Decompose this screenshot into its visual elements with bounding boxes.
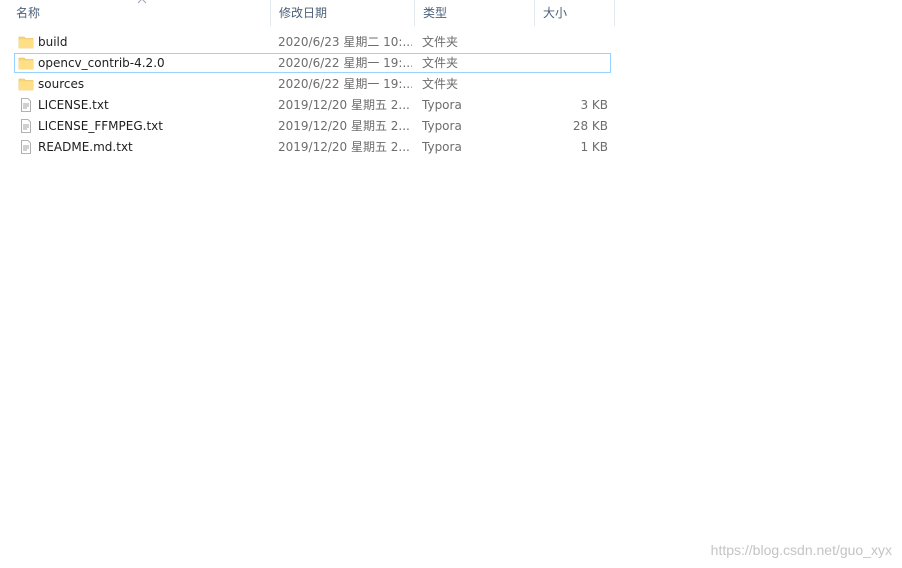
file-date: 2020/6/22 星期一 19:... — [278, 77, 412, 91]
text-file-icon — [21, 119, 31, 133]
file-type: 文件夹 — [422, 35, 459, 49]
file-type: Typora — [422, 140, 462, 154]
file-row[interactable]: README.md.txt 2019/12/20 星期五 2... Typora 1 … — [14, 137, 611, 157]
file-name: sources — [38, 77, 85, 91]
file-size: 1 KB — [580, 140, 608, 154]
file-row[interactable]: LICENSE.txt 2019/12/20 星期五 2... Typora 3 KB — [14, 95, 611, 115]
file-type: 文件夹 — [422, 56, 459, 70]
file-name: LICENSE_FFMPEG.txt — [38, 119, 163, 133]
column-divider[interactable] — [614, 0, 615, 26]
file-row[interactable]: build 2020/6/23 星期二 10:... 文件夹 — [14, 32, 611, 52]
file-row[interactable]: opencv_contrib-4.2.0 2020/6/22 星期一 19:...… — [14, 53, 611, 73]
column-size-label: 大小 — [543, 6, 568, 20]
watermark: https://blog.csdn.net/guo_xyx — [710, 542, 892, 558]
file-name: build — [38, 35, 68, 49]
file-size — [535, 75, 608, 93]
file-date: 2019/12/20 星期五 2... — [278, 98, 410, 112]
text-file-icon — [21, 140, 31, 154]
folder-icon — [18, 57, 34, 70]
file-size: 28 KB — [572, 119, 608, 133]
file-date: 2019/12/20 星期五 2... — [278, 140, 410, 154]
column-name-label: 名称 — [16, 6, 41, 20]
column-name-header[interactable]: 名称 — [0, 0, 271, 26]
column-size-header[interactable]: 大小 — [535, 0, 615, 26]
file-name: LICENSE.txt — [38, 98, 109, 112]
file-size — [535, 33, 608, 51]
column-type-header[interactable]: 类型 — [415, 0, 535, 26]
file-date: 2020/6/23 星期二 10:... — [278, 35, 412, 49]
file-type: Typora — [422, 98, 462, 112]
folder-icon — [18, 36, 34, 49]
file-name: README.md.txt — [38, 140, 133, 154]
sort-ascending-icon — [137, 0, 147, 4]
file-date: 2019/12/20 星期五 2... — [278, 119, 410, 133]
column-date-label: 修改日期 — [279, 6, 328, 20]
column-type-label: 类型 — [423, 6, 448, 20]
folder-icon — [18, 78, 34, 91]
file-row[interactable]: sources 2020/6/22 星期一 19:... 文件夹 — [14, 74, 611, 94]
column-date-header[interactable]: 修改日期 — [271, 0, 415, 26]
file-size — [535, 54, 608, 72]
column-header: 名称 修改日期 类型 大小 — [0, 0, 616, 26]
text-file-icon — [21, 98, 31, 112]
file-name: opencv_contrib-4.2.0 — [38, 56, 165, 70]
file-row[interactable]: LICENSE_FFMPEG.txt 2019/12/20 星期五 2... Typ… — [14, 116, 611, 136]
file-size: 3 KB — [580, 98, 608, 112]
file-date: 2020/6/22 星期一 19:... — [278, 56, 412, 70]
file-type: Typora — [422, 119, 462, 133]
file-type: 文件夹 — [422, 77, 459, 91]
